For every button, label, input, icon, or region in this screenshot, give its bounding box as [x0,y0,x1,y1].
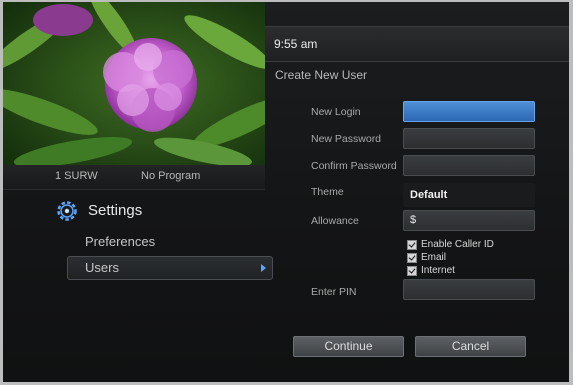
confirm-password-label: Confirm Password [311,160,397,172]
settings-title: Settings [88,202,143,219]
checkmark-icon [407,266,417,276]
allowance-input[interactable]: $ [403,210,535,231]
login-input[interactable] [403,101,535,122]
internet-label: Internet [421,265,455,276]
password-label: New Password [311,133,382,145]
theme-label: Theme [311,186,344,198]
password-input[interactable] [403,128,535,149]
checkmark-icon [407,240,417,250]
header-bar: 9:55 am [265,26,569,62]
theme-select[interactable]: Default [403,183,535,207]
chevron-right-icon [261,264,266,272]
checkmark-icon [407,253,417,263]
caller-id-label: Enable Caller ID [421,239,494,250]
flower-preview-image [3,2,265,165]
email-label: Email [421,252,447,263]
program-title: No Program [141,170,201,182]
confirm-password-input[interactable] [403,155,535,176]
channel-info-bar: 1 SURW No Program [3,165,265,189]
form-title: Create New User [275,68,368,82]
left-divider [3,189,265,190]
pin-input[interactable] [403,279,535,300]
menu-item-label: Preferences [85,234,156,249]
tv-screen: 1 SURW No Program Settings Preferences U… [3,2,569,382]
login-label: New Login [311,106,361,118]
cancel-button[interactable]: Cancel [415,336,526,357]
clock: 9:55 am [274,37,318,51]
gear-icon [57,201,77,221]
menu-item-label: Users [85,260,119,275]
allowance-label: Allowance [311,215,359,227]
menu-item-users[interactable]: Users [67,256,273,280]
menu-item-preferences[interactable]: Preferences [67,231,271,253]
continue-button[interactable]: Continue [293,336,404,357]
channel-number: 1 SURW [55,170,98,182]
live-tv-preview [3,2,265,165]
pin-label: Enter PIN [311,286,357,298]
